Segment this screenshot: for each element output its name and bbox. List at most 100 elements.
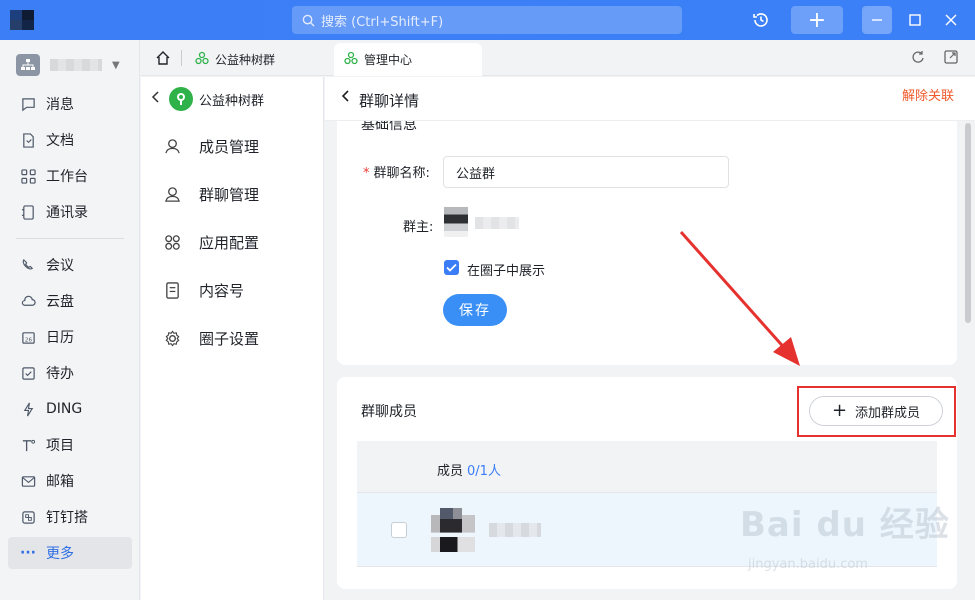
nav-item-workbench[interactable]: 工作台 <box>8 160 132 192</box>
group-tree-icon <box>195 51 209 68</box>
close-icon <box>945 14 957 26</box>
basic-info-card: 基础信息 *群聊名称: 群主: 在圈子中展示 保存 <box>337 121 957 365</box>
home-button[interactable] <box>151 48 175 68</box>
cloud-icon <box>20 293 36 309</box>
nav-item-project[interactable]: 项目 <box>8 429 132 461</box>
nav-item-label: 邮箱 <box>46 474 74 490</box>
section-title: 基础信息 <box>361 121 417 133</box>
tab-admin-center[interactable]: 管理中心 <box>334 43 482 76</box>
column-header-member: 成员 0/1人 <box>437 464 501 479</box>
nav-item-label: 日历 <box>46 330 74 346</box>
contacts-book-icon <box>20 204 36 220</box>
scrollbar[interactable] <box>965 123 971 323</box>
nav-item-dingda[interactable]: 钉钉搭 <box>8 501 132 533</box>
tab-group-chat[interactable]: 公益种树群 <box>185 43 330 76</box>
chevron-left-icon <box>341 90 349 102</box>
save-button[interactable]: 保存 <box>443 294 507 326</box>
create-new-button[interactable]: + <box>791 6 843 34</box>
sidebar-item-content[interactable]: 内容号 <box>163 275 244 305</box>
project-icon <box>20 437 36 453</box>
nav-item-label: 会议 <box>46 258 74 274</box>
sidebar-title: 公益种树群 <box>199 93 265 109</box>
sidebar-header: 公益种树群 <box>151 85 264 113</box>
content-icon <box>163 281 181 299</box>
nav-item-label: 工作台 <box>46 169 88 185</box>
watermark-logo: Bai du 经验 <box>740 505 950 545</box>
sidebar-item-label: 成员管理 <box>199 137 260 156</box>
nav-item-contacts[interactable]: 通讯录 <box>8 196 132 228</box>
organization-switcher[interactable]: ▼ <box>16 54 120 76</box>
builder-icon <box>20 509 36 525</box>
window-close-button[interactable] <box>936 6 966 34</box>
nav-item-cloud[interactable]: 云盘 <box>8 285 132 317</box>
nav-item-docs[interactable]: 文档 <box>8 124 132 156</box>
nav-item-label: 云盘 <box>46 294 74 310</box>
group-name-label: * 群聊名称: <box>363 166 430 181</box>
document-icon <box>20 132 36 148</box>
admin-sidebar: 公益种树群 成员管理 群聊管理 应用配置 内容号 圈子设置 <box>141 77 324 600</box>
plus-icon: + <box>807 7 827 33</box>
sidebar-item-label: 圈子设置 <box>199 329 260 348</box>
app-logo <box>10 10 40 32</box>
back-button[interactable] <box>341 89 351 107</box>
nav-item-label: 更多 <box>46 546 74 562</box>
member-count: 0/1人 <box>467 464 501 479</box>
app-config-icon <box>163 233 181 251</box>
tab-bar: 公益种树群 管理中心 <box>141 40 975 76</box>
nav-item-more[interactable]: ··· 更多 <box>8 537 132 569</box>
window-minimize-button[interactable] <box>862 6 892 34</box>
search-placeholder: 搜索 (Ctrl+Shift+F) <box>321 14 444 30</box>
show-in-circle-checkbox[interactable] <box>444 260 459 275</box>
row-checkbox[interactable] <box>391 522 407 538</box>
calendar-icon: 26 <box>20 329 36 345</box>
sidebar-item-group-chat[interactable]: 群聊管理 <box>163 179 259 209</box>
annotation-highlight-box <box>797 386 956 437</box>
nav-item-label: DING <box>46 401 83 417</box>
window-maximize-button[interactable] <box>900 6 930 34</box>
nav-item-todo[interactable]: 待办 <box>8 357 132 389</box>
sidebar-item-circle-settings[interactable]: 圈子设置 <box>163 323 259 353</box>
nav-item-messages[interactable]: 消息 <box>8 88 132 120</box>
nav-item-meeting[interactable]: 会议 <box>8 249 132 281</box>
unlink-button[interactable]: 解除关联 <box>902 85 954 104</box>
sidebar-item-app-config[interactable]: 应用配置 <box>163 227 259 257</box>
home-icon <box>156 51 170 65</box>
nav-item-label: 钉钉搭 <box>46 510 88 526</box>
title-bar: 搜索 (Ctrl+Shift+F) + <box>0 0 975 40</box>
lightning-icon <box>20 401 36 417</box>
open-external-button[interactable] <box>944 50 958 68</box>
watermark-url: jingyan.baidu.com <box>748 557 868 572</box>
member-icon <box>163 137 181 155</box>
tab-label: 管理中心 <box>364 53 413 67</box>
sidebar-item-label: 内容号 <box>199 281 245 300</box>
avatar <box>431 508 475 552</box>
nav-item-label: 通讯录 <box>46 205 88 221</box>
page-title: 群聊详情 <box>359 92 420 110</box>
minimize-icon <box>872 19 882 21</box>
history-clock-icon <box>753 13 768 27</box>
org-avatar <box>16 54 40 76</box>
refresh-button[interactable] <box>911 50 925 68</box>
members-section-title: 群聊成员 <box>361 404 417 420</box>
sidebar-item-members[interactable]: 成员管理 <box>163 131 259 161</box>
org-chart-icon <box>21 59 35 70</box>
member-name-blurred <box>489 523 541 537</box>
group-chat-icon <box>163 185 181 203</box>
tab-label: 公益种树群 <box>215 53 276 67</box>
grid-apps-icon <box>20 168 36 184</box>
watermark: Bai du 经验 jingyan.baidu.com <box>740 497 950 572</box>
caret-down-icon: ▼ <box>112 59 120 71</box>
group-tree-icon <box>344 51 358 68</box>
page-header: 群聊详情 解除关联 <box>325 77 975 121</box>
tree-icon <box>177 93 185 105</box>
global-search-input[interactable]: 搜索 (Ctrl+Shift+F) <box>292 6 682 34</box>
nav-item-ding[interactable]: DING <box>8 393 132 425</box>
nav-item-calendar[interactable]: 26 日历 <box>8 321 132 353</box>
sidebar-item-label: 应用配置 <box>199 233 260 252</box>
group-name-input[interactable] <box>443 156 729 188</box>
chevron-left-icon[interactable] <box>151 91 161 107</box>
nav-item-label: 项目 <box>46 438 74 454</box>
history-button[interactable] <box>746 6 776 34</box>
nav-item-mail[interactable]: 邮箱 <box>8 465 132 497</box>
table-header: 成员 0/1人 <box>357 441 937 493</box>
